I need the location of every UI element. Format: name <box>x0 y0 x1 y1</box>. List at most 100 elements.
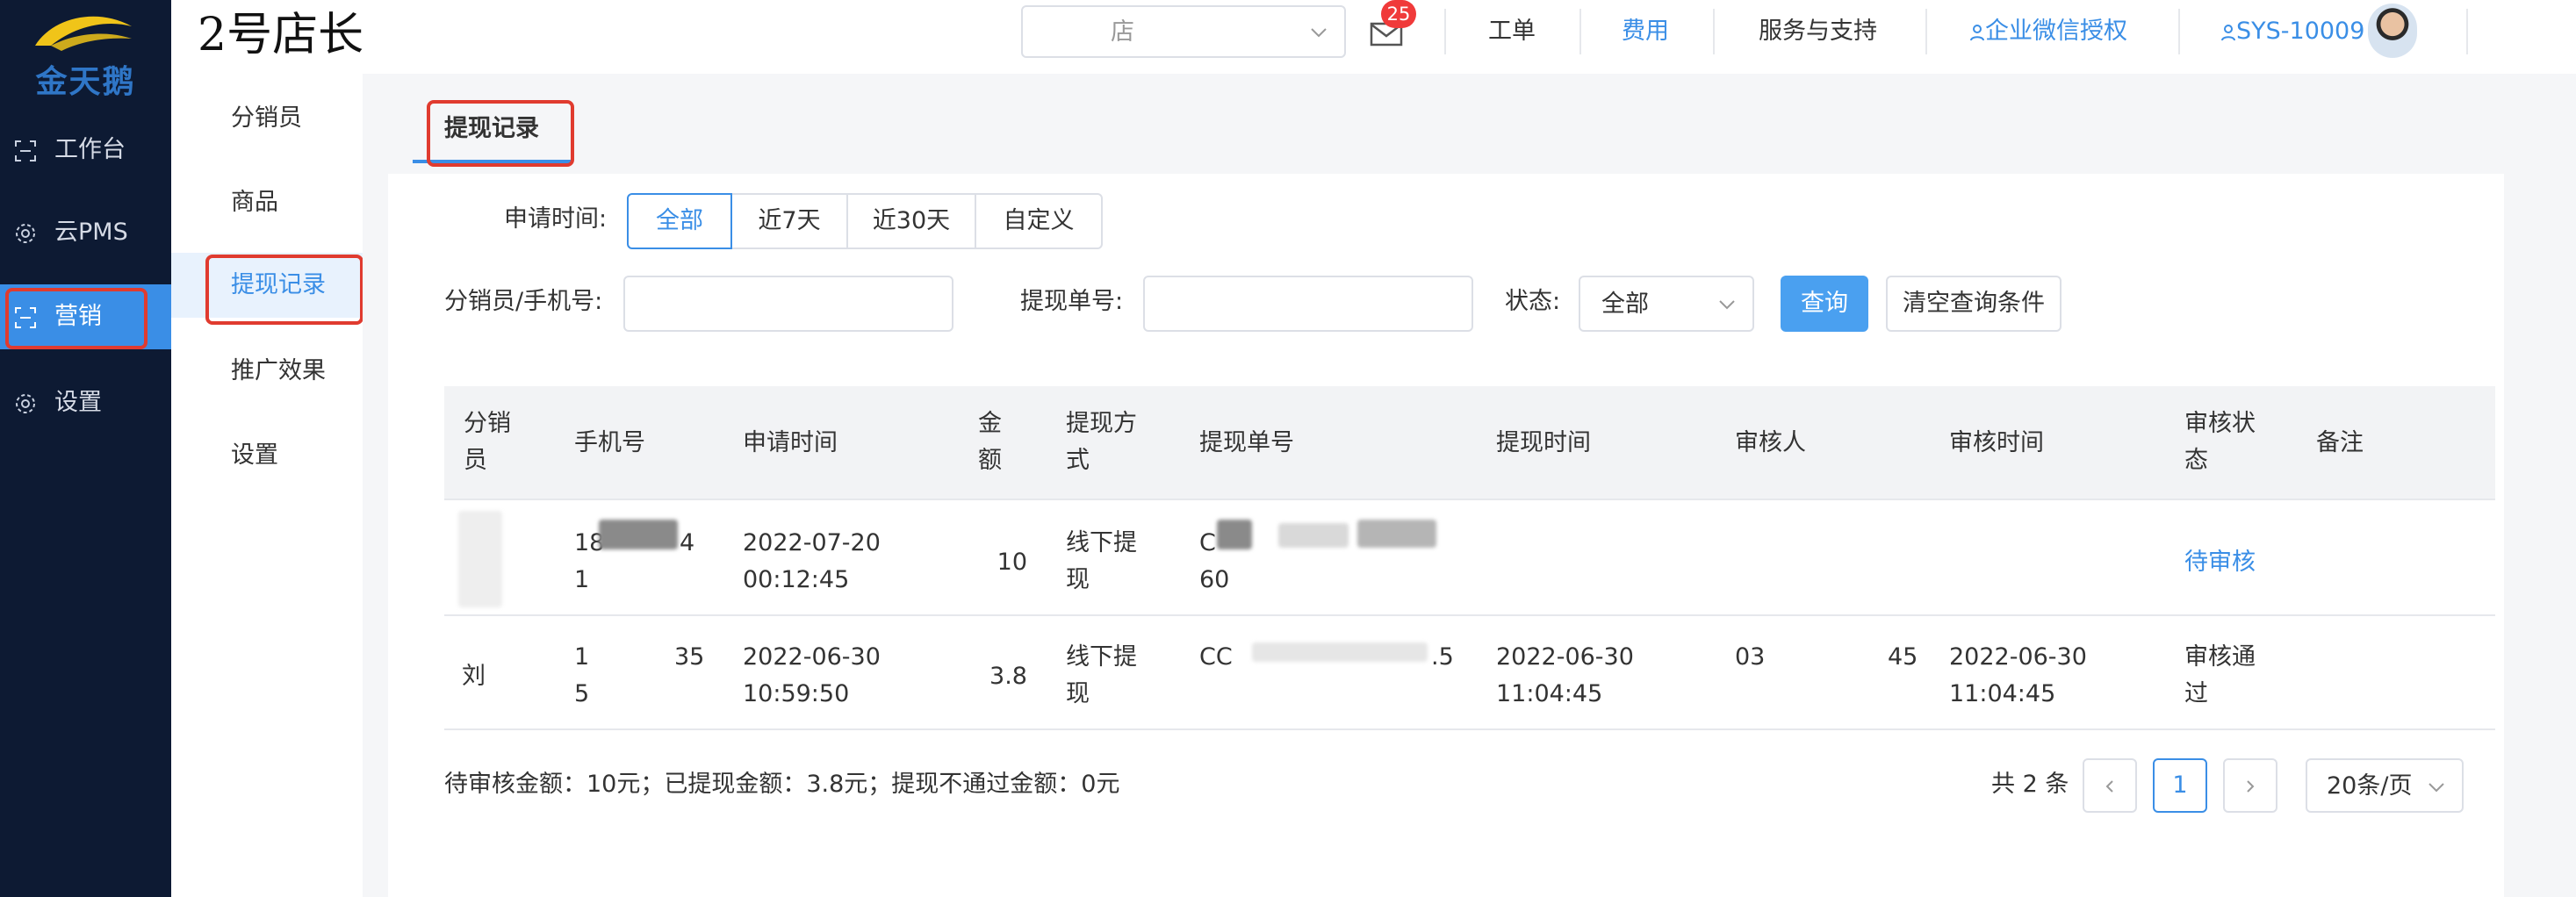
time-filter-custom[interactable]: 自定义 <box>975 193 1103 249</box>
method-cell: 线下提 <box>1066 643 1137 671</box>
column-header: 审核人 <box>1735 429 1806 456</box>
time-filter-all[interactable]: 全部 <box>627 193 732 249</box>
time-filter-30days[interactable]: 近30天 <box>846 193 976 249</box>
method-cell: 线下提 <box>1066 529 1137 556</box>
distributor-phone-input[interactable] <box>623 276 953 332</box>
divider <box>1579 9 1581 54</box>
user-account-link[interactable]: SYS-10009 <box>2220 16 2364 47</box>
avatar[interactable] <box>2368 4 2417 58</box>
store-select-value: 店 <box>1111 18 1134 46</box>
top-header: 2号店长 店 25 工单 费用 服务与支持 企业微信授权 SYS-10009 <box>171 0 2576 74</box>
sidebar-item-settings[interactable]: 设置 <box>0 370 171 435</box>
phone-cell: 5 <box>574 680 590 707</box>
ticket-link[interactable]: 工单 <box>1488 16 1536 47</box>
column-header: 手机号 <box>574 429 645 456</box>
status-select[interactable]: 全部 <box>1579 276 1754 332</box>
gear-icon <box>16 394 35 413</box>
phone-cell: 1 <box>574 566 590 593</box>
wecom-auth-link[interactable]: 企业微信授权 <box>1969 16 2127 47</box>
prev-page-button[interactable] <box>2083 758 2137 813</box>
apply-time-cell: 2022-06-30 <box>743 643 881 671</box>
gear-icon <box>16 224 35 243</box>
clear-filters-button[interactable]: 清空查询条件 <box>1886 276 2062 332</box>
status-select-value: 全部 <box>1601 291 1649 318</box>
redacted-block <box>1357 520 1436 548</box>
store-select[interactable]: 店 <box>1021 5 1346 58</box>
method-cell: 现 <box>1066 680 1090 707</box>
sidebar-item-label: 工作台 <box>54 136 126 163</box>
reviewer-cell: 45 <box>1888 643 1918 671</box>
redacted-block <box>1252 642 1428 662</box>
submenu-item-label: 推广效果 <box>231 357 326 384</box>
page-number-button[interactable]: 1 <box>2153 758 2207 813</box>
review-status-cell: 审核通 <box>2184 643 2256 671</box>
sidebar-item-marketing[interactable]: 营销 <box>0 284 171 349</box>
column-header: 提现方式 <box>1066 410 1137 474</box>
status-label: 状态: <box>1505 288 1561 315</box>
review-status-cell: 过 <box>2184 680 2208 707</box>
order-number-cell: .5 <box>1431 643 1454 671</box>
review-time-cell: 2022-06-30 <box>1949 643 2087 671</box>
tab-withdraw-records[interactable]: 提现记录 <box>413 98 572 165</box>
chevron-down-icon <box>1719 300 1735 310</box>
sidebar-item-cloud-pms[interactable]: 云PMS <box>0 200 171 265</box>
review-status-cell[interactable]: 待审核 <box>2184 544 2256 581</box>
tab-active-indicator <box>413 160 572 163</box>
redacted-block <box>458 511 502 607</box>
divider <box>2466 9 2468 54</box>
table-row[interactable]: 刘 1 35 5 2022-06-30 10:59:50 3.8 线下提 现 C… <box>444 616 2495 730</box>
chevron-left-icon <box>2105 779 2113 793</box>
table-header: 分销员 手机号 申请时间 金额 提现方式 提现单号 提现时间 审核人 审核时间 … <box>444 386 2495 500</box>
chevron-down-icon <box>1311 28 1327 38</box>
divider <box>1713 9 1715 54</box>
page-size-value: 20条/页 <box>2327 772 2413 800</box>
table-row[interactable]: 18 4 1 2022-07-20 00:12:45 10 线下提 现 C 60… <box>444 502 2495 616</box>
swan-logo-icon <box>35 16 132 51</box>
tab-label: 提现记录 <box>444 115 539 142</box>
notification-badge: 25 <box>1381 0 1416 28</box>
order-number-cell: C <box>1199 529 1216 556</box>
app-title: 2号店长 <box>198 9 364 61</box>
sidebar-item-workbench[interactable]: 工作台 <box>0 118 171 183</box>
divider <box>1925 9 1927 54</box>
order-number-cell: CC <box>1199 643 1233 671</box>
time-filter-7days[interactable]: 近7天 <box>730 193 848 249</box>
brand-logo[interactable]: 金天鹅 <box>0 0 171 101</box>
marketing-icon <box>15 307 36 328</box>
divider <box>1444 9 1446 54</box>
submenu-item-settings[interactable]: 设置 <box>171 423 363 488</box>
submenu-item-products[interactable]: 商品 <box>171 170 363 235</box>
submenu-item-distributors[interactable]: 分销员 <box>171 86 363 151</box>
column-header: 分销员 <box>464 410 511 474</box>
user-icon <box>2221 24 2235 40</box>
phone-cell: 35 <box>674 643 705 671</box>
column-header: 提现单号 <box>1199 429 1294 456</box>
amount-summary: 待审核金额：10元；已提现金额：3.8元；提现不通过金额：0元 <box>444 771 1120 798</box>
column-header: 审核状态 <box>2184 410 2256 474</box>
order-number-cell: 60 <box>1199 566 1230 593</box>
page-size-select[interactable]: 20条/页 <box>2306 758 2464 813</box>
column-header: 金额 <box>978 410 1002 474</box>
phone-cell: 1 <box>574 643 590 671</box>
sidebar-item-label: 设置 <box>54 389 102 416</box>
brand-name: 金天鹅 <box>35 64 136 100</box>
workbench-icon <box>15 140 36 161</box>
search-button[interactable]: 查询 <box>1781 276 1868 332</box>
fees-link[interactable]: 费用 <box>1622 16 1669 47</box>
column-header: 申请时间 <box>743 429 838 456</box>
order-number-input[interactable] <box>1143 276 1473 332</box>
next-page-button[interactable] <box>2223 758 2277 813</box>
apply-time-cell: 2022-07-20 <box>743 529 881 556</box>
submenu-item-withdraw-records[interactable]: 提现记录 <box>171 253 363 318</box>
column-header: 提现时间 <box>1496 429 1591 456</box>
service-support-link[interactable]: 服务与支持 <box>1759 16 1877 47</box>
submenu-item-promotion-effect[interactable]: 推广效果 <box>171 339 363 404</box>
review-time-cell: 11:04:45 <box>1949 680 2056 707</box>
submenu-item-label: 设置 <box>231 441 278 469</box>
redacted-block <box>1217 520 1252 549</box>
method-cell: 现 <box>1066 566 1090 593</box>
distributor-cell: 刘 <box>462 663 486 690</box>
sidebar-item-label: 营销 <box>54 303 102 330</box>
apply-time-cell: 10:59:50 <box>743 680 850 707</box>
redacted-block <box>1278 523 1349 548</box>
